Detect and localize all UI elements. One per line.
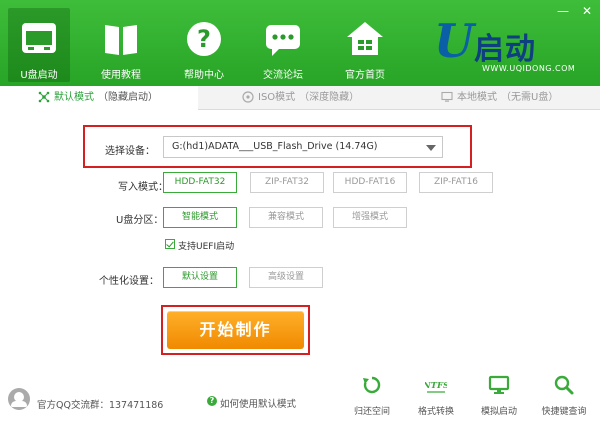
tab-label: 默认模式	[54, 92, 94, 103]
mode-tabs: 默认模式 （隐藏启动） ISO模式 （深度隐藏） 本地模式 （无需U盘）	[0, 86, 600, 111]
tool-label: 格式转换	[417, 407, 454, 417]
restore-icon	[363, 376, 381, 394]
personal-settings-label: 个性化设置：	[99, 276, 159, 287]
format-convert-button[interactable]: NTFS 格式转换	[408, 374, 464, 417]
write-mode-zip-fat16[interactable]: ZIP-FAT16	[419, 172, 493, 193]
chevron-down-icon	[426, 145, 436, 151]
brand-logo: U 启动 WWW.UQIDONG.COM	[434, 18, 584, 78]
minimize-button[interactable]: —	[556, 4, 570, 18]
question-icon: ?	[207, 396, 217, 406]
tool-label: 归还空间	[353, 407, 390, 417]
partition-compat-mode[interactable]: 兼容模式	[249, 207, 323, 228]
personal-default-settings[interactable]: 默认设置	[163, 267, 237, 288]
svg-text:?: ?	[197, 25, 211, 53]
tab-local-mode[interactable]: 本地模式 （无需U盘）	[441, 86, 558, 110]
how-to-default-mode-link[interactable]: 如何使用默认模式	[220, 396, 296, 410]
logo-letter: U	[434, 14, 475, 68]
nav-item-forum[interactable]: 交流论坛	[252, 8, 314, 82]
tab-sublabel: （无需U盘）	[501, 92, 559, 103]
nav-item-help[interactable]: ? 帮助中心	[173, 8, 235, 82]
disc-icon	[242, 91, 254, 103]
app-header: — ✕ U盘启动 使用教程 ? 帮助中心 交流论坛 官方首页 U 启动 WWW.…	[0, 0, 600, 86]
simulate-boot-button[interactable]: 模拟启动	[471, 374, 527, 417]
write-mode-hdd-fat16[interactable]: HDD-FAT16	[333, 172, 407, 193]
nav-item-usb-boot[interactable]: U盘启动	[8, 8, 70, 82]
nav-label: 帮助中心	[184, 70, 224, 81]
search-icon	[554, 375, 574, 395]
help-icon: ?	[187, 22, 221, 56]
uefi-checkbox-label: 支持UEFI启动	[178, 242, 235, 252]
write-mode-hdd-fat32[interactable]: HDD-FAT32	[163, 172, 237, 193]
write-mode-label: 写入模式：	[118, 182, 168, 193]
tool-label: 模拟启动	[480, 407, 517, 417]
nav-label: 使用教程	[101, 70, 141, 81]
partition-label: U盘分区：	[116, 215, 164, 226]
logo-url: WWW.UQIDONG.COM	[482, 64, 576, 73]
nav-item-tutorial[interactable]: 使用教程	[90, 8, 152, 82]
home-icon	[347, 22, 383, 55]
logo-text: 启动	[474, 32, 536, 67]
device-label: 选择设备：	[105, 146, 155, 157]
tab-default-mode[interactable]: 默认模式 （隐藏启动）	[0, 86, 198, 111]
ntfs-glyph: NTFS	[425, 381, 447, 391]
restore-space-button[interactable]: 归还空间	[344, 374, 400, 417]
network-icon	[38, 91, 50, 103]
tab-label: 本地模式	[457, 92, 497, 103]
tab-label: ISO模式	[258, 92, 296, 103]
nav-label: U盘启动	[20, 70, 58, 81]
nav-label: 交流论坛	[263, 70, 303, 81]
hotkey-query-button[interactable]: 快捷键查询	[536, 374, 592, 417]
window-icon	[22, 23, 56, 53]
qq-icon	[8, 388, 30, 410]
ntfs-icon: NTFS	[425, 381, 447, 393]
device-select-value: G:(hd1)ADATA___USB_Flash_Drive (14.74G)	[172, 141, 378, 152]
book-icon	[105, 25, 137, 55]
window-controls: — ✕	[556, 4, 594, 18]
nav-label: 官方首页	[345, 70, 385, 81]
personal-advanced-settings[interactable]: 高级设置	[249, 267, 323, 288]
uefi-checkbox[interactable]	[165, 239, 175, 249]
close-button[interactable]: ✕	[580, 4, 594, 18]
partition-smart-mode[interactable]: 智能模式	[163, 207, 237, 228]
tab-sublabel: （深度隐藏）	[299, 92, 360, 103]
tab-sublabel: （隐藏启动）	[98, 92, 158, 103]
monitor-icon	[488, 375, 510, 394]
tool-label: 快捷键查询	[541, 407, 587, 417]
chat-icon	[266, 25, 300, 56]
monitor-icon	[441, 91, 453, 102]
partition-enhanced-mode[interactable]: 增强模式	[333, 207, 407, 228]
nav-item-home[interactable]: 官方首页	[334, 8, 396, 82]
write-mode-zip-fat32[interactable]: ZIP-FAT32	[250, 172, 324, 193]
tab-iso-mode[interactable]: ISO模式 （深度隐藏）	[242, 86, 359, 110]
start-make-button[interactable]: 开始制作	[167, 311, 304, 349]
device-select[interactable]: G:(hd1)ADATA___USB_Flash_Drive (14.74G)	[163, 136, 443, 158]
qq-group-text: 官方QQ交流群：137471186	[37, 400, 164, 411]
